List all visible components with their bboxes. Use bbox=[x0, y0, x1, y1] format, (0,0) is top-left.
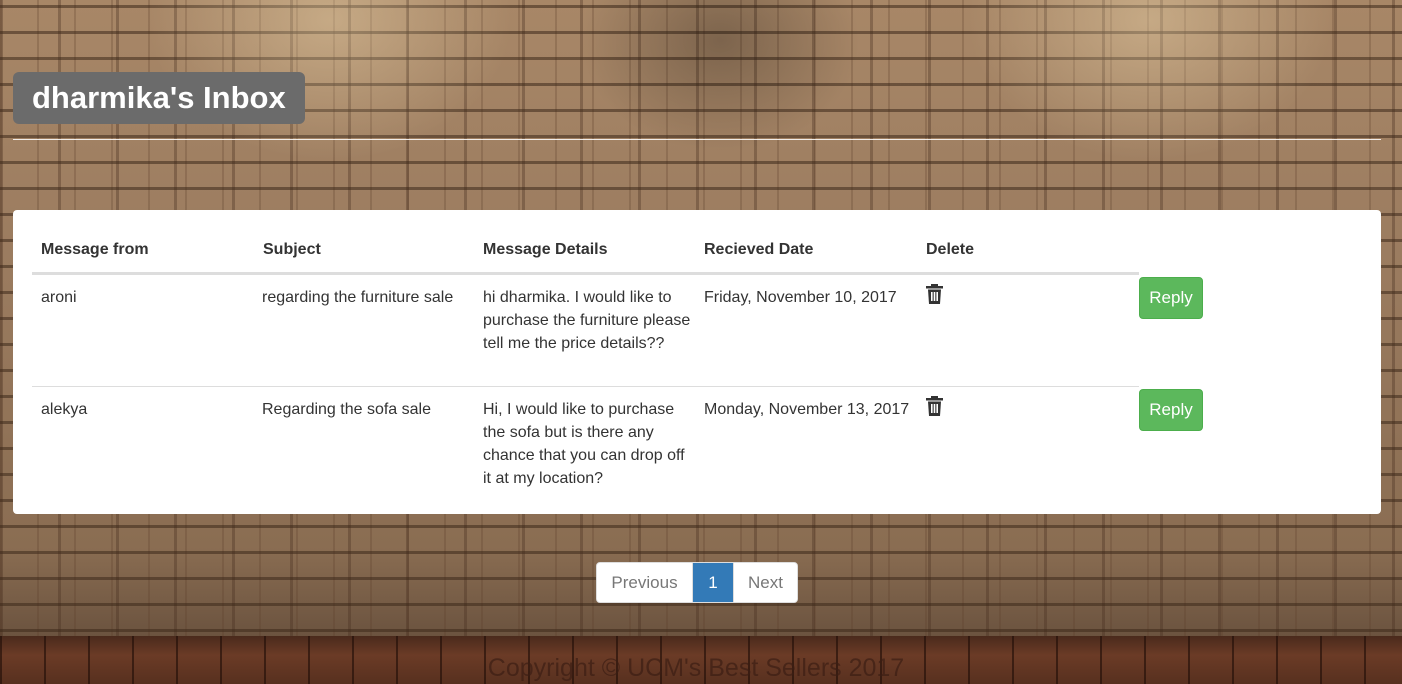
received-date: Monday, November 13, 2017 bbox=[704, 401, 910, 418]
column-header-details: Message Details bbox=[483, 241, 608, 258]
page-title: dharmika's Inbox bbox=[32, 80, 286, 115]
table-row: alekya Regarding the sofa sale Hi, I wou… bbox=[32, 387, 1203, 497]
message-subject: Regarding the sofa sale bbox=[262, 401, 431, 418]
messages-table: Message from Subject Message Details Rec… bbox=[32, 230, 1203, 497]
header-divider bbox=[13, 139, 1381, 140]
trash-icon[interactable] bbox=[926, 396, 943, 416]
reply-button[interactable]: Reply bbox=[1139, 277, 1203, 319]
table-row: aroni regarding the furniture sale hi dh… bbox=[32, 275, 1203, 387]
column-header-delete: Delete bbox=[926, 241, 975, 258]
column-header-from: Message from bbox=[41, 241, 149, 258]
delete-cell bbox=[926, 284, 956, 304]
column-header-date: Recieved Date bbox=[704, 241, 814, 258]
footer-copyright: Copyright © UCM's Best Sellers 2017 bbox=[487, 654, 905, 682]
pagination: Previous 1 Next bbox=[596, 562, 798, 603]
message-from: alekya bbox=[41, 401, 88, 418]
delete-cell bbox=[926, 396, 956, 416]
previous-page-button[interactable]: Previous bbox=[597, 563, 693, 602]
page-1-button[interactable]: 1 bbox=[693, 563, 733, 602]
column-header-subject: Subject bbox=[263, 241, 321, 258]
table-header: Message from Subject Message Details Rec… bbox=[32, 230, 1139, 275]
trash-icon[interactable] bbox=[926, 284, 943, 304]
message-from: aroni bbox=[41, 289, 77, 306]
reply-button[interactable]: Reply bbox=[1139, 389, 1203, 431]
message-details: Hi, I would like to purchase the sofa bu… bbox=[483, 401, 685, 487]
message-details: hi dharmika. I would like to purchase th… bbox=[483, 289, 691, 352]
inbox-panel: Message from Subject Message Details Rec… bbox=[13, 210, 1381, 514]
next-page-button[interactable]: Next bbox=[733, 563, 797, 602]
message-subject: regarding the furniture sale bbox=[262, 289, 454, 306]
received-date: Friday, November 10, 2017 bbox=[704, 289, 897, 306]
inbox-title-box: dharmika's Inbox bbox=[13, 72, 305, 124]
